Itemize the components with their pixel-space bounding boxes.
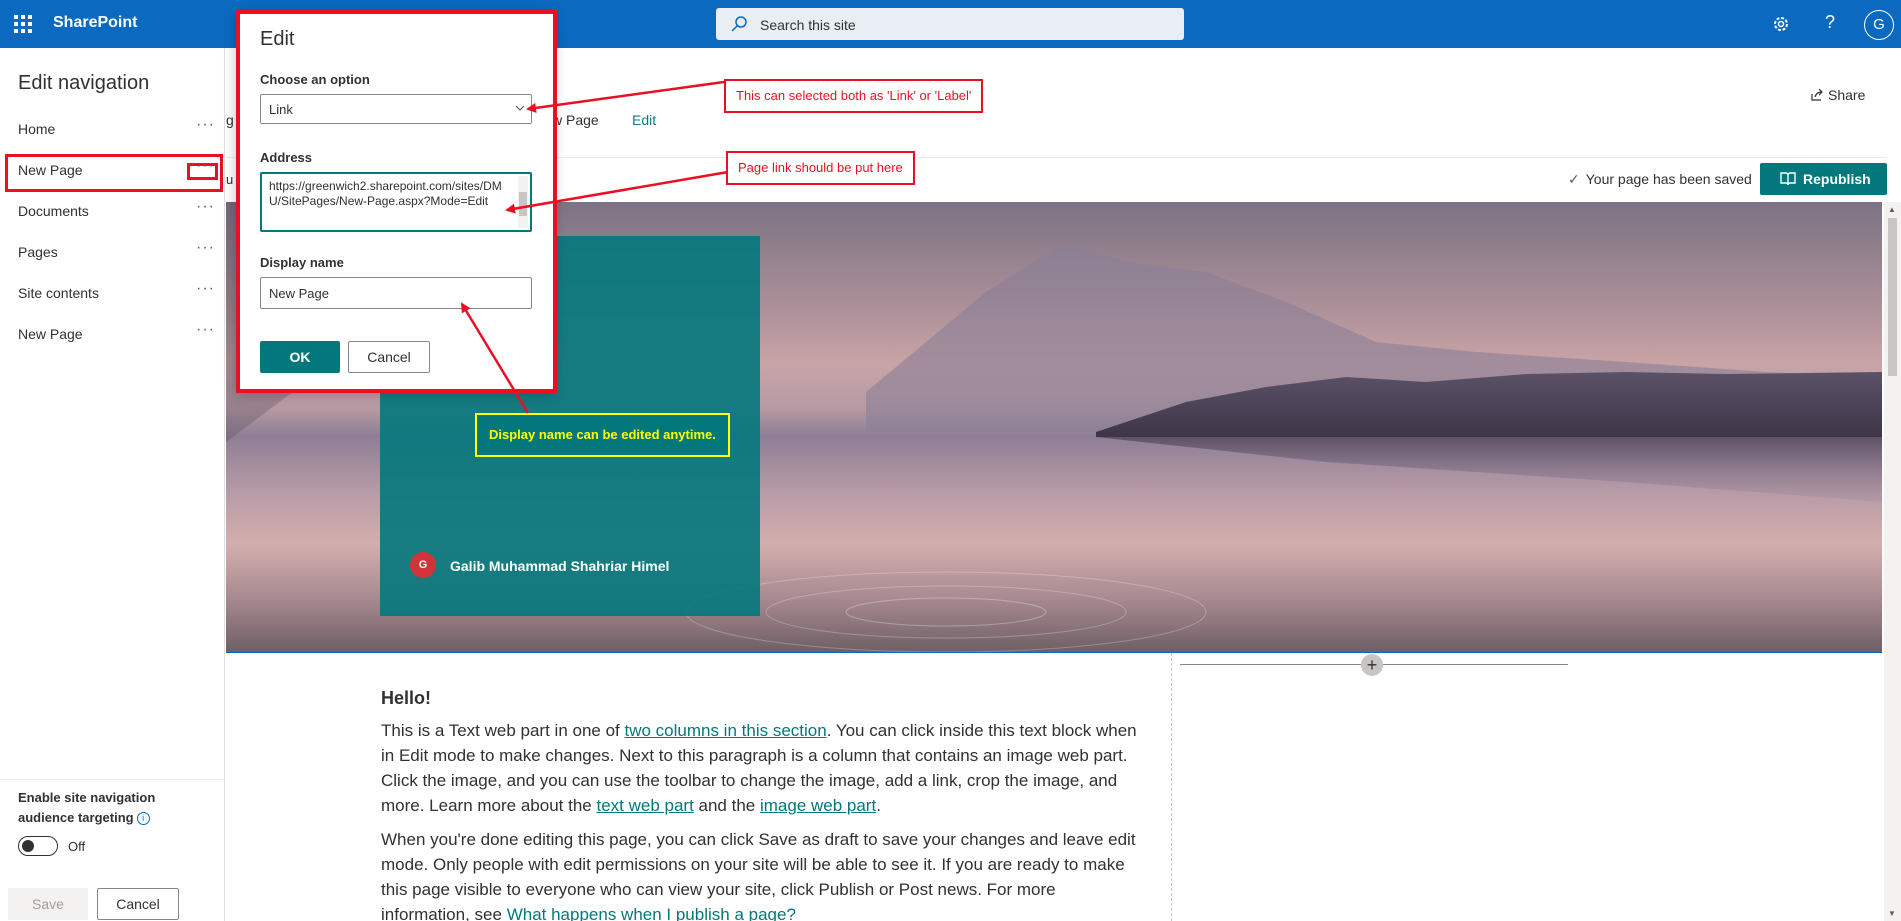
republish-label: Republish [1803,171,1871,187]
nav-item-label: New Page [18,326,83,342]
toggle-knob [22,840,34,852]
text-web-part-link[interactable]: text web part [596,796,693,815]
scrollbar-thumb[interactable] [1888,218,1897,376]
para-text: . [876,796,881,815]
more-options-icon[interactable]: ··· [196,198,215,216]
more-options-icon[interactable]: ··· [196,116,215,134]
toggle-state-label: Off [68,839,86,854]
book-icon [1780,172,1796,186]
command-bar-partial-2: u [226,172,234,187]
nav-item-label: Site contents [18,285,99,301]
edit-crumb[interactable]: Edit [632,112,656,128]
nav-item-site-contents[interactable]: Site contents ··· [0,274,225,314]
info-icon[interactable]: i [136,812,150,826]
search-box[interactable]: Search this site [716,8,1184,40]
column-divider [1171,653,1172,921]
nav-item-pages[interactable]: Pages ··· [0,233,225,273]
nav-item-label: Documents [18,203,89,219]
nav-item-documents[interactable]: Documents ··· [0,192,225,232]
annotation-link-or-label: This can selected both as 'Link' or 'Lab… [724,79,984,113]
para-text: and the [693,796,760,815]
publish-help-link[interactable]: What happens when I publish a page? [507,905,796,921]
share-button[interactable]: Share [1810,87,1865,103]
settings-gear-icon[interactable] [1770,13,1792,35]
republish-button[interactable]: Republish [1760,163,1887,195]
more-button-highlight-box [187,163,218,180]
annotation-page-link: Page link should be put here [726,151,915,185]
save-status: ✓ Your page has been saved [1568,171,1752,188]
search-icon [731,16,747,32]
para-text: This is a Text web part in one of [381,721,625,740]
text-webpart-paragraph-2[interactable]: When you're done editing this page, you … [381,827,1147,921]
scroll-down-icon[interactable]: ▼ [1888,909,1896,918]
author-name[interactable]: Galib Muhammad Shahriar Himel [450,558,669,574]
nav-item-label: Pages [18,244,58,260]
save-status-text: Your page has been saved [1585,171,1752,187]
add-webpart-plus-icon[interactable]: + [1361,654,1383,676]
more-options-icon[interactable]: ··· [196,280,215,298]
account-avatar[interactable]: G [1864,10,1894,40]
audience-targeting-text: Enable site navigation audience targetin… [18,790,156,825]
nav-item-new-page-2[interactable]: New Page ··· [0,315,225,355]
dialog-highlight-box [236,10,557,393]
share-label: Share [1828,87,1866,103]
scroll-up-icon[interactable]: ▲ [1888,205,1896,214]
panel-title: Edit navigation [18,72,150,94]
app-name[interactable]: SharePoint [53,14,137,32]
two-columns-link[interactable]: two columns in this section [624,721,826,740]
content-heading[interactable]: Hello! [381,688,431,709]
image-web-part-link[interactable]: image web part [760,796,876,815]
author-avatar: G [410,552,436,578]
share-icon [1811,88,1823,101]
app-launcher-icon[interactable] [12,13,34,35]
nav-item-label: Home [18,121,56,137]
section-border [226,652,1882,653]
save-button[interactable]: Save [8,888,88,920]
panel-divider [0,779,225,780]
audience-targeting-toggle[interactable] [18,836,58,856]
page-scrollbar[interactable]: ▲ ▼ [1884,202,1901,921]
help-icon[interactable]: ? [1820,12,1840,33]
page-name-crumb[interactable]: w Page [552,112,599,128]
command-bar-partial: g [226,112,234,128]
annotation-display-name: Display name can be edited anytime. [475,413,730,457]
search-placeholder: Search this site [760,17,856,33]
more-options-icon[interactable]: ··· [196,321,215,339]
nav-item-home[interactable]: Home ··· [0,110,225,150]
arrow-to-dropdown [526,80,725,113]
checkmark-icon: ✓ [1568,171,1580,187]
text-webpart-paragraph-1[interactable]: This is a Text web part in one of two co… [381,718,1147,818]
more-options-icon[interactable]: ··· [196,239,215,257]
audience-targeting-label: Enable site navigation audience targetin… [18,788,178,828]
cancel-button[interactable]: Cancel [97,888,179,920]
